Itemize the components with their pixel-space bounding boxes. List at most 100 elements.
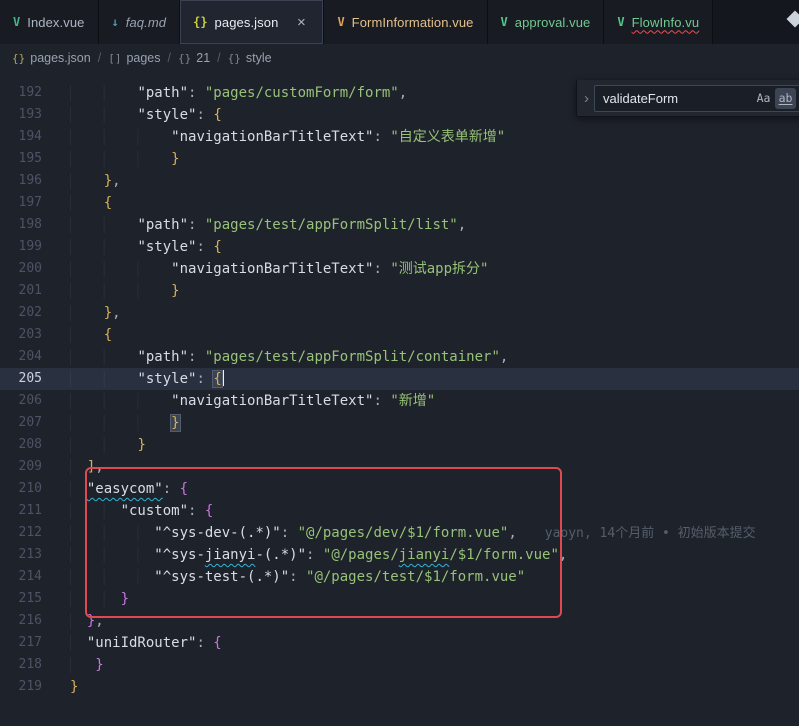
line-number[interactable]: 218: [0, 654, 42, 676]
whole-word-button[interactable]: ab: [775, 88, 796, 109]
code-line-197[interactable]: 197 {: [0, 192, 799, 214]
code-line-211[interactable]: 211 "custom": {: [0, 500, 799, 522]
code-line-195[interactable]: 195 }: [0, 148, 799, 170]
code-editor[interactable]: 192 "path": "pages/customForm/form",193 …: [0, 72, 799, 726]
line-number[interactable]: 193: [0, 104, 42, 126]
line-number[interactable]: 205: [0, 368, 42, 390]
tab-label: faq.md: [126, 15, 166, 30]
code-line-202[interactable]: 202 },: [0, 302, 799, 324]
line-number[interactable]: 208: [0, 434, 42, 456]
line-number[interactable]: 196: [0, 170, 42, 192]
code-line-214[interactable]: 214 "^sys-test-(.*)": "@/pages/test/$1/f…: [0, 566, 799, 588]
code-token: "@/pages/test/$1/form.vue": [306, 569, 525, 585]
code-token: {: [213, 635, 221, 651]
code-line-215[interactable]: 215 }: [0, 588, 799, 610]
code-token: "@/pages/: [323, 547, 399, 563]
match-case-button[interactable]: Aa: [753, 88, 774, 109]
line-number[interactable]: 217: [0, 632, 42, 654]
code-line-210[interactable]: 210 "easycom": {: [0, 478, 799, 500]
code-line-205[interactable]: 205 "style": {: [0, 368, 799, 390]
code-line-203[interactable]: 203 {: [0, 324, 799, 346]
code-token: "easycom": [87, 481, 163, 497]
code-token: :: [196, 107, 213, 123]
code-line-208[interactable]: 208 }: [0, 434, 799, 456]
breadcrumb-item-pages.json[interactable]: {}pages.json: [12, 51, 91, 65]
line-number[interactable]: 195: [0, 148, 42, 170]
line-number[interactable]: 198: [0, 214, 42, 236]
breadcrumb-item-pages[interactable]: []pages: [108, 51, 160, 65]
breadcrumb-item-21[interactable]: {}21: [178, 51, 210, 65]
code-line-212[interactable]: 212 "^sys-dev-(.*)": "@/pages/dev/$1/for…: [0, 522, 799, 544]
line-number[interactable]: 197: [0, 192, 42, 214]
code-line-198[interactable]: 198 "path": "pages/test/appFormSplit/lis…: [0, 214, 799, 236]
code-text: }: [42, 280, 180, 302]
code-line-209[interactable]: 209 ],: [0, 456, 799, 478]
line-number[interactable]: 209: [0, 456, 42, 478]
line-number[interactable]: 219: [0, 676, 42, 698]
line-number[interactable]: 192: [0, 82, 42, 104]
line-number[interactable]: 212: [0, 522, 42, 544]
code-token: :: [306, 547, 323, 563]
code-line-213[interactable]: 213 "^sys-jianyi-(.*)": "@/pages/jianyi/…: [0, 544, 799, 566]
code-token: [70, 195, 104, 211]
code-token: "navigationBarTitleText": [171, 261, 373, 277]
line-number[interactable]: 216: [0, 610, 42, 632]
code-line-204[interactable]: 204 "path": "pages/test/appFormSplit/con…: [0, 346, 799, 368]
line-number[interactable]: 215: [0, 588, 42, 610]
line-number[interactable]: 199: [0, 236, 42, 258]
code-line-206[interactable]: 206 "navigationBarTitleText": "新增": [0, 390, 799, 412]
line-number[interactable]: 202: [0, 302, 42, 324]
code-token: [70, 393, 171, 409]
tab-index-vue[interactable]: VIndex.vue: [0, 0, 99, 44]
code-line-216[interactable]: 216 },: [0, 610, 799, 632]
code-line-201[interactable]: 201 }: [0, 280, 799, 302]
code-line-207[interactable]: 207 }: [0, 412, 799, 434]
tab-pages-json[interactable]: {}pages.json×: [180, 0, 324, 44]
code-token: {: [213, 239, 221, 255]
line-number[interactable]: 214: [0, 566, 42, 588]
code-token: :: [373, 129, 390, 145]
code-line-199[interactable]: 199 "style": {: [0, 236, 799, 258]
find-input[interactable]: validateForm Aa ab .*: [594, 85, 799, 112]
code-token: "pages/test/appFormSplit/list": [205, 217, 458, 233]
tab-bar: VIndex.vue↓faq.md{}pages.json×VFormInfor…: [0, 0, 799, 44]
code-line-196[interactable]: 196 },: [0, 170, 799, 192]
code-token: [70, 371, 137, 387]
json-file-icon: {}: [193, 15, 207, 29]
tab-approval-vue[interactable]: Vapproval.vue: [488, 0, 605, 44]
clipped-next-tab-icon: [787, 11, 799, 28]
code-text: },: [42, 302, 121, 324]
code-text: }: [42, 434, 146, 456]
line-number[interactable]: 210: [0, 478, 42, 500]
code-line-218[interactable]: 218 }: [0, 654, 799, 676]
close-tab-icon[interactable]: ×: [292, 13, 310, 31]
code-token: :: [196, 635, 213, 651]
line-number[interactable]: 194: [0, 126, 42, 148]
line-number[interactable]: 200: [0, 258, 42, 280]
code-token: "测试app拆分": [390, 261, 488, 277]
code-line-194[interactable]: 194 "navigationBarTitleText": "自定义表单新增": [0, 126, 799, 148]
line-number[interactable]: 204: [0, 346, 42, 368]
line-number[interactable]: 201: [0, 280, 42, 302]
tab-flowinfo-vu[interactable]: VFlowInfo.vu: [604, 0, 713, 44]
line-number[interactable]: 207: [0, 412, 42, 434]
code-lines: 192 "path": "pages/customForm/form",193 …: [0, 82, 799, 698]
code-line-217[interactable]: 217 "uniIdRouter": {: [0, 632, 799, 654]
line-number[interactable]: 203: [0, 324, 42, 346]
code-token: }: [137, 437, 145, 453]
line-number[interactable]: 211: [0, 500, 42, 522]
code-line-200[interactable]: 200 "navigationBarTitleText": "测试app拆分": [0, 258, 799, 280]
code-line-219[interactable]: 219}: [0, 676, 799, 698]
code-token: }: [171, 415, 179, 431]
line-number[interactable]: 206: [0, 390, 42, 412]
code-token: [70, 85, 137, 101]
code-token: {: [104, 327, 112, 343]
toggle-replace-icon[interactable]: ›: [579, 90, 594, 107]
breadcrumb-item-style[interactable]: {}style: [228, 51, 272, 65]
code-token: "style": [137, 107, 196, 123]
code-token: [70, 107, 137, 123]
code-text: "path": "pages/test/appFormSplit/contain…: [42, 346, 508, 368]
line-number[interactable]: 213: [0, 544, 42, 566]
tab-faq-md[interactable]: ↓faq.md: [99, 0, 181, 44]
tab-forminformation-vue[interactable]: VFormInformation.vue: [324, 0, 487, 44]
